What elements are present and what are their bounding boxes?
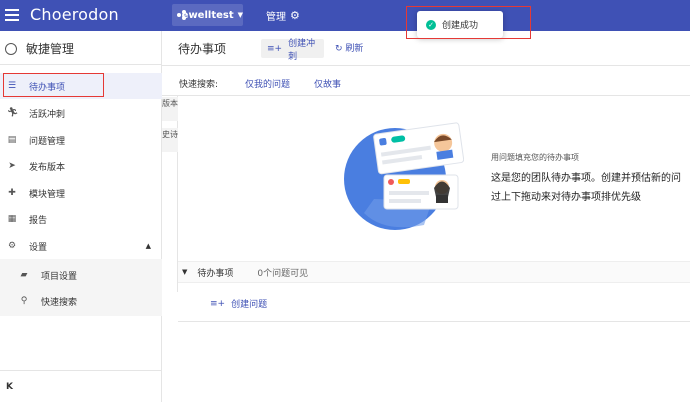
tab-version-label: 版本 — [162, 99, 178, 108]
sidebar-item-project-settings[interactable]: ▰ 项目设置 — [0, 262, 162, 288]
annotation-box-toast — [406, 6, 531, 39]
refresh-label: 刷新 — [345, 44, 364, 54]
run-icon: 🏃︎ — [7, 108, 19, 118]
side-tabs: 版本 史诗 — [162, 96, 178, 292]
sidebar-item-label: 活跃冲刺 — [29, 109, 66, 120]
refresh-button[interactable]: ↻ 刷新 — [335, 41, 363, 54]
filter-stories-only[interactable]: 仅故事 — [314, 77, 341, 90]
refresh-icon: ↻ — [335, 44, 343, 54]
sidebar-item-release[interactable]: ➤ 发布版本 — [0, 153, 162, 179]
chevron-up-icon: ▲ — [145, 242, 151, 250]
sidebar-item-issues[interactable]: ▤ 问题管理 — [0, 127, 162, 153]
sidebar-item-label: 报告 — [29, 215, 48, 226]
sidebar-title-text: 敏捷管理 — [26, 42, 75, 56]
project-icon — [177, 10, 186, 20]
project-selector[interactable]: ewelltest ▼ — [172, 4, 243, 26]
main-content: 待办事项 ≡+ 创建冲刺 ↻ 刷新 快速搜索: 仅我的问题 仅故事 版本 史诗 — [162, 31, 690, 402]
collapse-sidebar-button[interactable]: K — [6, 382, 13, 392]
create-sprint-label: 创建冲刺 — [288, 38, 316, 62]
sidebar-item-quick-search[interactable]: ⚲ 快速搜索 — [0, 288, 162, 314]
sidebar-item-label: 设置 — [29, 242, 48, 253]
annotation-box-nav — [3, 73, 104, 97]
settings-submenu: ▰ 项目设置 ⚲ 快速搜索 — [0, 259, 162, 316]
agile-icon — [5, 42, 17, 55]
empty-description-line2: 过上下拖动来对待办事项排优先级 — [491, 192, 641, 203]
create-issue-button[interactable]: ≡+ 创建问题 — [210, 297, 268, 311]
divider — [0, 64, 162, 65]
gear-icon: ⚙ — [7, 241, 17, 251]
clipboard-icon: ▤ — [7, 135, 17, 145]
sidebar-item-report[interactable]: ▦ 报告 — [0, 206, 162, 232]
backlog-name: 待办事项 — [197, 268, 234, 279]
sidebar-item-settings[interactable]: ⚙ 设置 ▲ — [0, 233, 162, 259]
sidebar-item-modules[interactable]: ✚ 模块管理 — [0, 180, 162, 206]
sidebar-title: 敏捷管理 — [5, 40, 74, 57]
caret-down-icon[interactable]: ▼ — [182, 268, 187, 276]
folder-icon: ▰ — [20, 270, 28, 280]
divider — [178, 321, 690, 322]
empty-backlog-illustration — [344, 122, 464, 230]
divider — [0, 370, 162, 371]
gear-icon: ⚙ — [290, 9, 300, 22]
playlist-add-icon: ≡+ — [267, 43, 283, 54]
sidebar-item-label: 快速搜索 — [41, 297, 78, 308]
project-name: ewelltest — [181, 9, 234, 21]
sidebar-item-label: 发布版本 — [29, 162, 66, 173]
sidebar-item-label: 项目设置 — [41, 271, 78, 282]
empty-subtitle: 用问题填充您的待办事项 — [491, 153, 579, 162]
tab-version[interactable]: 版本 — [162, 97, 178, 121]
empty-description-line1: 这是您的团队待办事项。创建并预估新的问 — [491, 173, 681, 184]
divider — [162, 95, 690, 96]
quick-search-label: 快速搜索: — [179, 80, 219, 90]
manage-label: 管理 — [266, 12, 286, 23]
tab-epic[interactable]: 史诗 — [162, 128, 178, 152]
create-sprint-button[interactable]: ≡+ 创建冲刺 — [261, 39, 324, 62]
chevron-down-icon: ▼ — [237, 11, 243, 19]
puzzle-icon: ✚ — [8, 188, 16, 198]
manage-link[interactable]: 管理 ⚙ — [266, 8, 300, 23]
search-icon: ⚲ — [20, 296, 28, 306]
top-bar: Choerodon ewelltest ▼ 管理 ⚙ — [0, 0, 690, 31]
menu-icon[interactable] — [5, 9, 19, 21]
page-title: 待办事项 — [178, 42, 227, 56]
issue-count: 0个问题可见 — [257, 268, 309, 279]
divider — [162, 65, 690, 66]
brand-logo[interactable]: Choerodon — [30, 5, 119, 24]
backlog-section-header[interactable]: ▼ 待办事项 0个问题可见 — [178, 261, 690, 283]
send-icon: ➤ — [8, 161, 16, 171]
create-issue-label: 创建问题 — [231, 300, 268, 310]
sidebar-item-label: 问题管理 — [29, 136, 66, 147]
sidebar-item-active-sprint[interactable]: 🏃︎ 活跃冲刺 — [0, 100, 162, 126]
filter-my-issues[interactable]: 仅我的问题 — [245, 77, 290, 90]
report-icon: ▦ — [7, 214, 17, 224]
tab-epic-label: 史诗 — [162, 130, 178, 139]
playlist-add-icon: ≡+ — [210, 298, 226, 309]
sidebar-item-label: 模块管理 — [29, 189, 66, 200]
